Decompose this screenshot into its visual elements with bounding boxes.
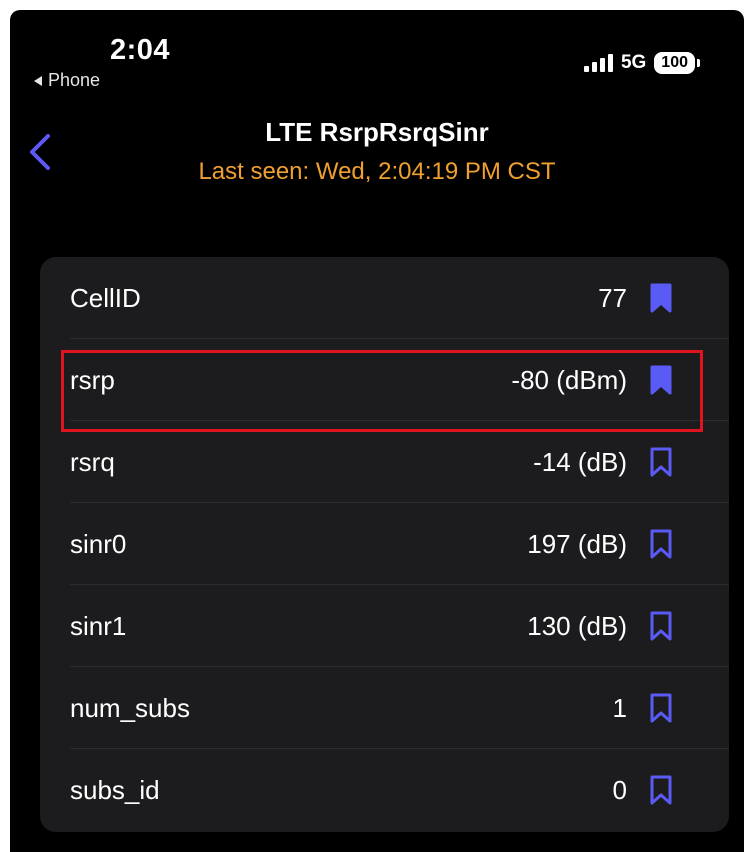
signal-bars-icon: [583, 54, 613, 72]
bookmark-outline-icon[interactable]: [649, 774, 673, 806]
bookmark-filled-icon[interactable]: [649, 282, 673, 314]
list-item-value: 77: [598, 282, 627, 313]
list-item-value: 197 (dB): [527, 528, 627, 559]
status-indicators: 5G 100: [583, 52, 700, 74]
list-item-label: sinr1: [70, 610, 127, 641]
list-item-label: num_subs: [70, 692, 190, 723]
last-seen-subtitle: Last seen: Wed, 2:04:19 PM CST: [198, 158, 556, 185]
list-item-label: sinr0: [70, 528, 127, 559]
list-item-value: 130 (dB): [527, 610, 627, 641]
battery-icon: 100: [654, 52, 700, 74]
list-item-label: rsrp: [70, 364, 115, 395]
list-item[interactable]: subs_id 0: [40, 749, 729, 831]
bookmark-filled-icon[interactable]: [649, 364, 673, 396]
list-item[interactable]: num_subs 1: [40, 667, 729, 749]
status-time: 2:04: [110, 34, 171, 66]
network-type: 5G: [620, 52, 647, 73]
list-item[interactable]: sinr0 197 (dB): [40, 503, 729, 585]
back-to-app-link[interactable]: Phone: [34, 70, 100, 91]
list-item-value: -80 (dBm): [511, 364, 627, 395]
list-item-label: rsrq: [70, 446, 115, 477]
list-item-label: subs_id: [70, 774, 160, 805]
list-item[interactable]: rsrq -14 (dB): [40, 421, 729, 503]
list-item-value: 1: [612, 692, 627, 723]
battery-level: 100: [654, 52, 695, 74]
list-item-label: CellID: [70, 282, 141, 313]
bookmark-outline-icon[interactable]: [649, 692, 673, 724]
back-triangle-icon: [34, 75, 42, 86]
list-item-value: 0: [612, 774, 627, 805]
bookmark-outline-icon[interactable]: [649, 610, 673, 642]
list-item-value: -14 (dB): [533, 446, 627, 477]
back-app-label: Phone: [48, 70, 101, 90]
page-title: LTE RsrpRsrqSinr: [265, 117, 489, 147]
list-item[interactable]: sinr1 130 (dB): [40, 585, 729, 667]
list-item[interactable]: rsrp -80 (dBm): [40, 339, 729, 421]
phone-screen: 2:04 Phone 5G 100 LTE RsrpRsrqSinr Last …: [10, 10, 744, 852]
parameter-list: CellID 77 rsrp -80 (dBm) rsrq -14 (dB) sinr0 19…: [40, 257, 729, 832]
list-item[interactable]: CellID 77: [40, 257, 729, 339]
bookmark-outline-icon[interactable]: [649, 528, 673, 560]
bookmark-outline-icon[interactable]: [649, 446, 673, 478]
